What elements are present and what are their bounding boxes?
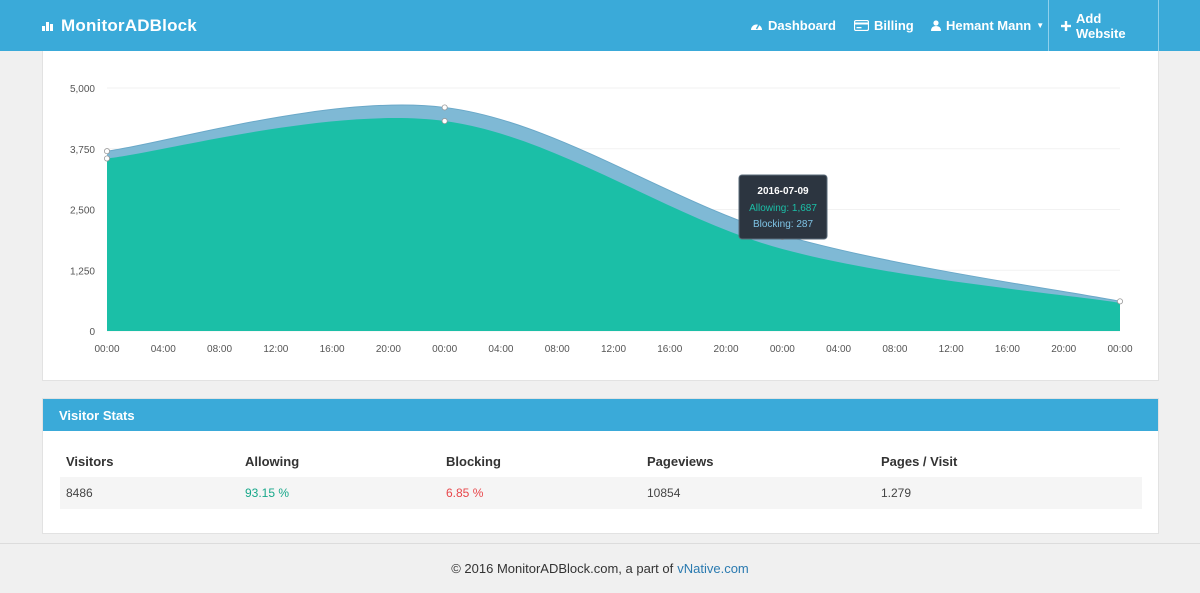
visitor-stats-table: Visitors Allowing Blocking Pageviews Pag… — [60, 445, 1142, 509]
nav-dashboard-label: Dashboard — [768, 18, 836, 33]
x-tick-label: 20:00 — [714, 344, 739, 355]
user-icon — [931, 20, 941, 31]
value-visitors: 8486 — [66, 486, 93, 500]
footer-vnative-link[interactable]: vNative.com — [677, 561, 749, 576]
traffic-chart-card: 0 1,250 2,500 3,750 5,000 00:00 04:00 08:00 12:0… — [42, 51, 1159, 381]
nav-billing-label: Billing — [874, 18, 914, 33]
x-tick-label: 16:00 — [320, 344, 345, 355]
header-blocking: Blocking — [446, 453, 501, 469]
x-tick-label: 20:00 — [376, 344, 401, 355]
x-tick-label: 16:00 — [657, 344, 682, 355]
x-tick-label: 12:00 — [263, 344, 288, 355]
point-blocking — [1117, 298, 1124, 305]
dashboard-icon — [750, 20, 763, 31]
brand-logo[interactable]: MonitorADBlock — [42, 0, 197, 51]
footer-copyright: © 2016 MonitorADBlock.com, a part of — [451, 561, 674, 576]
plus-icon — [1061, 20, 1071, 31]
nav-billing[interactable]: Billing — [854, 0, 914, 51]
point-allowing — [441, 118, 448, 125]
x-tick-label: 04:00 — [826, 344, 851, 355]
x-tick-label: 00:00 — [94, 344, 119, 355]
x-tick-label: 08:00 — [207, 344, 232, 355]
value-blocking: 6.85 % — [446, 486, 484, 500]
visitor-stats-card: Visitor Stats Visitors Allowing Blocking… — [42, 398, 1159, 534]
visitor-stats-header: Visitor Stats — [43, 399, 1158, 431]
tooltip-date: 2016-07-09 — [757, 186, 809, 197]
series-allowing-area — [107, 118, 1120, 331]
x-tick-label: 04:00 — [151, 344, 176, 355]
header-pages-per-visit: Pages / Visit — [881, 453, 958, 469]
x-tick-label: 12:00 — [601, 344, 626, 355]
x-tick-label: 08:00 — [882, 344, 907, 355]
stats-header-row: Visitors Allowing Blocking Pageviews Pag… — [60, 445, 1142, 477]
nav-user-label: Hemant Mann — [946, 18, 1032, 33]
x-tick-label: 12:00 — [939, 344, 964, 355]
y-tick-label: 3,750 — [70, 145, 95, 156]
top-navbar: MonitorADBlock Dashboard Billing Hemant … — [0, 0, 1200, 51]
credit-card-icon — [854, 20, 869, 31]
x-tick-label: 00:00 — [1107, 344, 1132, 355]
stats-data-row: 8486 93.15 % 6.85 % 10854 1.279 — [60, 477, 1142, 509]
bar-chart-icon — [42, 21, 53, 31]
x-tick-label: 00:00 — [770, 344, 795, 355]
x-tick-label: 04:00 — [488, 344, 513, 355]
x-tick-label: 00:00 — [432, 344, 457, 355]
add-website-label: Add Website — [1076, 10, 1126, 41]
chevron-down-icon: ▼ — [1036, 21, 1045, 30]
value-pageviews: 10854 — [647, 486, 681, 500]
point-blocking — [104, 148, 111, 155]
value-pages-per-visit: 1.279 — [881, 486, 912, 500]
tooltip-blocking: Blocking: 287 — [753, 219, 813, 230]
y-tick-label: 0 — [89, 327, 95, 338]
nav-user-menu[interactable]: Hemant Mann ▼ — [931, 0, 1044, 51]
y-tick-label: 5,000 — [70, 84, 95, 95]
header-pageviews: Pageviews — [647, 453, 714, 469]
brand-name: MonitorADBlock — [61, 15, 197, 35]
page-footer: © 2016 MonitorADBlock.com, a part of vNa… — [0, 543, 1200, 593]
point-blocking — [441, 104, 448, 111]
value-allowing: 93.15 % — [245, 486, 290, 500]
tooltip-allowing: Allowing: 1,687 — [749, 203, 817, 214]
x-tick-label: 20:00 — [1051, 344, 1076, 355]
traffic-area-chart: 0 1,250 2,500 3,750 5,000 00:00 04:00 08:00 12:0… — [70, 84, 1133, 355]
nav-dashboard[interactable]: Dashboard — [750, 0, 836, 51]
add-website-button[interactable]: Add Website — [1048, 0, 1159, 51]
y-tick-label: 2,500 — [70, 206, 95, 217]
point-allowing — [104, 155, 111, 162]
x-tick-label: 08:00 — [545, 344, 570, 355]
y-tick-label: 1,250 — [70, 266, 95, 277]
header-allowing: Allowing — [245, 453, 300, 469]
header-visitors: Visitors — [66, 453, 114, 469]
x-tick-label: 16:00 — [995, 344, 1020, 355]
